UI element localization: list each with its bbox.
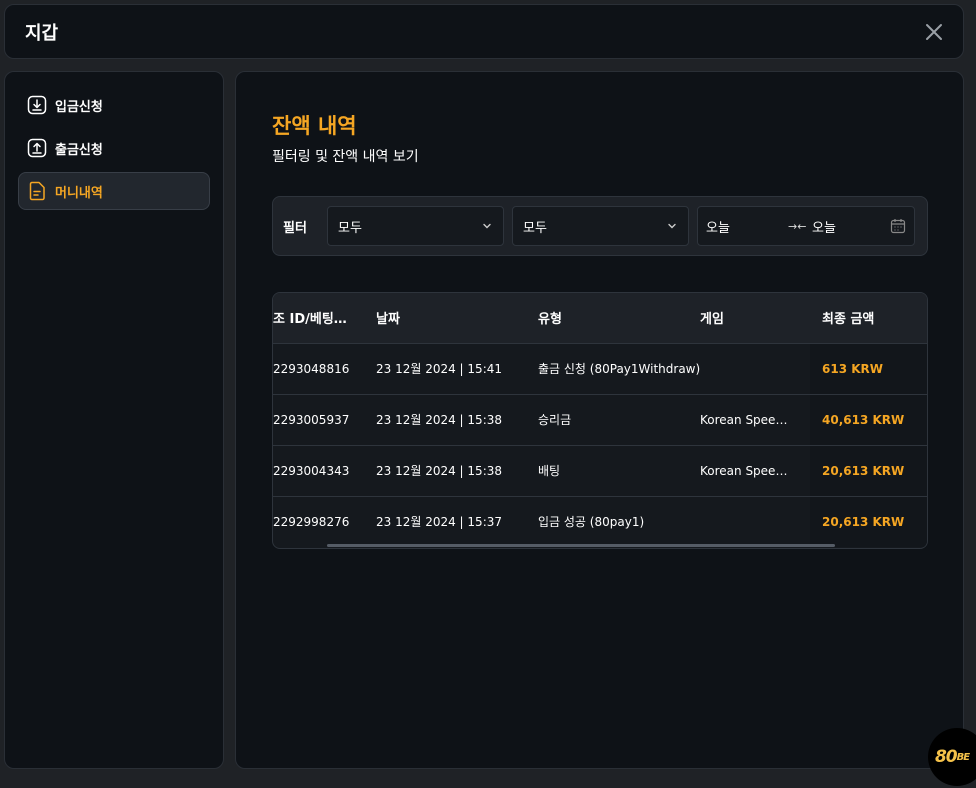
filter-bar: 필터 모두 모두 오늘 →← 오늘	[272, 196, 928, 256]
date-range-arrow: →←	[788, 219, 807, 233]
cell-id: 2293005937	[273, 412, 350, 427]
table-row[interactable]: 2292998276 23 12월 2024 | 15:37 입금 성공 (80…	[273, 496, 927, 547]
sidebar: 입금신청 출금신청 머니내역	[4, 71, 224, 769]
sidebar-item-label: 출금신청	[55, 142, 103, 158]
filter-label: 필터	[283, 220, 307, 236]
filter-select-2[interactable]: 모두	[512, 206, 689, 246]
cell-date: 23 12월 2024 | 15:38	[376, 413, 503, 427]
cell-amount: 40,613 KRW	[810, 394, 927, 445]
cell-id: 2292998276	[273, 514, 350, 529]
column-header-type[interactable]: 유형	[538, 293, 700, 343]
document-icon	[29, 181, 45, 201]
page-subtitle: 필터링 및 잔액 내역 보기	[272, 149, 419, 165]
logo-text: 80	[934, 747, 958, 767]
sidebar-item-label: 입금신청	[55, 99, 103, 115]
filter-select-value: 모두	[523, 220, 547, 236]
table-row[interactable]: 2293048816 23 12월 2024 | 15:41 출금 신청 (80…	[273, 343, 927, 394]
cell-id: 2293048816	[273, 361, 350, 376]
cell-game	[700, 343, 810, 394]
cell-date: 23 12월 2024 | 15:38	[376, 464, 503, 478]
filter-select-value: 모두	[338, 220, 362, 236]
cell-type: 배팅	[538, 464, 561, 478]
logo-suffix: BE	[956, 751, 970, 763]
wallet-header: 지갑	[4, 4, 964, 59]
cell-type: 입금 성공 (80pay1)	[538, 515, 645, 530]
main-panel: 잔액 내역 필터링 및 잔액 내역 보기 필터 모두 모두 오늘 →← 오늘 조…	[235, 71, 964, 769]
cell-game	[700, 496, 810, 547]
column-header-date[interactable]: 날짜	[376, 293, 538, 343]
wallet-title: 지갑	[25, 22, 59, 44]
cell-amount: 613 KRW	[810, 343, 927, 394]
history-table[interactable]: 조 ID/베팅… 날짜 유형 게임 최종 금액 2293048816 23 12…	[272, 292, 928, 549]
brand-logo[interactable]: 80 BE	[928, 728, 976, 786]
sidebar-item-money-history[interactable]: 머니내역	[18, 172, 210, 210]
sidebar-item-withdraw[interactable]: 출금신청	[18, 129, 210, 167]
history-table-grid: 조 ID/베팅… 날짜 유형 게임 최종 금액 2293048816 23 12…	[273, 293, 927, 547]
sidebar-item-deposit[interactable]: 입금신청	[18, 86, 210, 124]
cell-amount: 20,613 KRW	[810, 445, 927, 496]
download-icon	[27, 95, 47, 115]
cell-type: 출금 신청 (80Pay1Withdraw)	[538, 362, 701, 376]
chevron-down-icon	[483, 223, 491, 229]
table-header-row: 조 ID/베팅… 날짜 유형 게임 최종 금액	[273, 293, 927, 343]
page-title: 잔액 내역	[272, 114, 357, 138]
close-icon[interactable]	[923, 21, 945, 43]
chevron-down-icon	[668, 223, 676, 229]
column-header-game[interactable]: 게임	[700, 293, 810, 343]
table-row[interactable]: 2293005937 23 12월 2024 | 15:38 승리금 Korea…	[273, 394, 927, 445]
cell-game: Korean Spee…	[700, 412, 788, 427]
cell-amount: 20,613 KRW	[810, 496, 927, 547]
date-to[interactable]: 오늘	[812, 217, 890, 236]
table-row[interactable]: 2293004343 23 12월 2024 | 15:38 배팅 Korean…	[273, 445, 927, 496]
upload-icon	[27, 138, 47, 158]
date-range-picker[interactable]: 오늘 →← 오늘	[697, 206, 915, 246]
column-header-amount[interactable]: 최종 금액	[810, 293, 927, 343]
horizontal-scrollbar[interactable]	[327, 544, 835, 547]
cell-type: 승리금	[538, 413, 572, 427]
cell-id: 2293004343	[273, 463, 350, 478]
column-header-id[interactable]: 조 ID/베팅…	[273, 293, 376, 343]
filter-select-1[interactable]: 모두	[327, 206, 504, 246]
cell-date: 23 12월 2024 | 15:37	[376, 515, 503, 530]
date-from[interactable]: 오늘	[706, 217, 788, 236]
cell-date: 23 12월 2024 | 15:41	[376, 362, 503, 376]
sidebar-item-label: 머니내역	[55, 185, 103, 201]
calendar-icon[interactable]	[890, 218, 906, 234]
cell-game: Korean Spee…	[700, 463, 788, 478]
